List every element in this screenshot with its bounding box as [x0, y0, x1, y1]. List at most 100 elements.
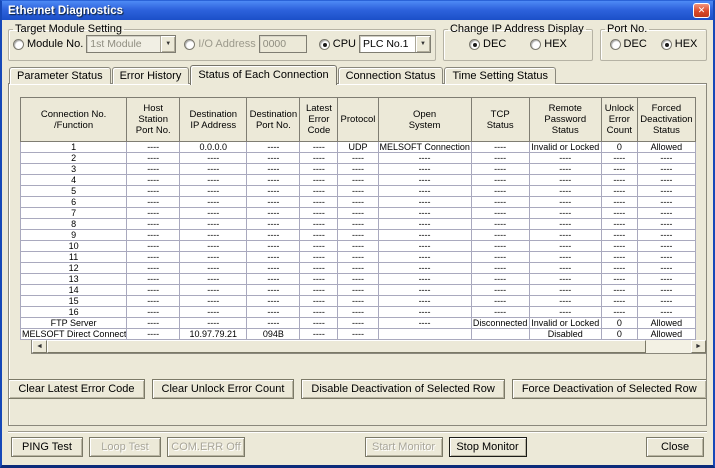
- table-row[interactable]: MELSOFT Direct Connection----10.97.79.21…: [21, 329, 696, 340]
- table-cell: ----: [637, 307, 695, 318]
- io-address-input[interactable]: 0000: [259, 35, 307, 53]
- table-row[interactable]: 1----0.0.0.0--------UDPMELSOFT Connectio…: [21, 142, 696, 153]
- table-cell: ----: [637, 153, 695, 164]
- table-cell: ----: [180, 164, 247, 175]
- port-no-display-group: Port No. DEC HEX: [600, 23, 707, 61]
- close-dialog-button[interactable]: Close: [646, 437, 704, 457]
- radio-icon: [661, 39, 672, 50]
- table-cell: ----: [471, 241, 529, 252]
- table-cell: ----: [300, 263, 338, 274]
- table-row[interactable]: FTP Server------------------------Discon…: [21, 318, 696, 329]
- table-cell: Disconnected: [471, 318, 529, 329]
- table-row[interactable]: 10--------------------------------------…: [21, 241, 696, 252]
- tab-time-setting-status[interactable]: Time Setting Status: [444, 67, 556, 84]
- column-header: TCP Status: [471, 98, 529, 142]
- table-cell: ----: [247, 186, 300, 197]
- cpu-select[interactable]: PLC No.1 ▼: [359, 35, 431, 53]
- table-cell: ----: [300, 318, 338, 329]
- force-deactivation-button[interactable]: Force Deactivation of Selected Row: [512, 379, 707, 399]
- tab-error-history[interactable]: Error History: [112, 67, 190, 84]
- table-cell: ----: [127, 285, 180, 296]
- scrollbar-track[interactable]: [47, 340, 691, 353]
- dialog-client-area: Target Module Setting Module No. 1st Mod…: [2, 20, 713, 465]
- radio-port-dec[interactable]: DEC: [610, 38, 647, 50]
- table-cell: ----: [529, 252, 601, 263]
- table-row[interactable]: 14--------------------------------------…: [21, 285, 696, 296]
- target-module-setting-group: Target Module Setting Module No. 1st Mod…: [8, 23, 436, 61]
- table-row[interactable]: 8---------------------------------------…: [21, 219, 696, 230]
- stop-monitor-button[interactable]: Stop Monitor: [449, 437, 527, 457]
- tab-status-of-each-connection[interactable]: Status of Each Connection: [190, 65, 336, 85]
- table-row[interactable]: 2---------------------------------------…: [21, 153, 696, 164]
- connection-table-wrap: Connection No. /Function Host Station Po…: [20, 97, 696, 354]
- table-cell: ----: [300, 285, 338, 296]
- com-err-off-button[interactable]: COM.ERR Off: [167, 437, 245, 457]
- table-row[interactable]: 7---------------------------------------…: [21, 208, 696, 219]
- table-row[interactable]: 11--------------------------------------…: [21, 252, 696, 263]
- table-cell: ----: [637, 263, 695, 274]
- radio-cpu[interactable]: CPU: [319, 38, 356, 50]
- table-cell: 4: [21, 175, 127, 186]
- radio-icon: [530, 39, 541, 50]
- table-cell: ----: [180, 252, 247, 263]
- table-cell: ----: [127, 241, 180, 252]
- chevron-down-icon[interactable]: ▼: [160, 36, 175, 52]
- table-cell: ----: [127, 197, 180, 208]
- table-row[interactable]: 9---------------------------------------…: [21, 230, 696, 241]
- table-cell: Allowed: [637, 329, 695, 340]
- table-row[interactable]: 5---------------------------------------…: [21, 186, 696, 197]
- table-cell: ----: [471, 296, 529, 307]
- table-row[interactable]: 13--------------------------------------…: [21, 274, 696, 285]
- table-cell: ----: [529, 153, 601, 164]
- group-label: Port No.: [605, 23, 649, 35]
- table-cell: ----: [180, 153, 247, 164]
- radio-port-hex[interactable]: HEX: [661, 38, 698, 50]
- horizontal-scrollbar[interactable]: ◄ ►: [31, 340, 707, 354]
- scrollbar-thumb[interactable]: [47, 340, 646, 353]
- bottom-button-bar: PING Test Loop Test COM.ERR Off Start Mo…: [8, 431, 707, 462]
- table-cell: ----: [529, 274, 601, 285]
- scroll-right-icon[interactable]: ►: [691, 340, 706, 353]
- table-row[interactable]: 15--------------------------------------…: [21, 296, 696, 307]
- table-cell: 7: [21, 208, 127, 219]
- table-cell: ----: [601, 219, 637, 230]
- start-monitor-button[interactable]: Start Monitor: [365, 437, 443, 457]
- tab-connection-status[interactable]: Connection Status: [338, 67, 444, 84]
- radio-ip-hex[interactable]: HEX: [530, 38, 567, 50]
- tab-parameter-status[interactable]: Parameter Status: [9, 67, 111, 84]
- table-cell: ----: [300, 153, 338, 164]
- table-cell: ----: [338, 164, 378, 175]
- table-cell: ----: [378, 241, 471, 252]
- loop-test-button[interactable]: Loop Test: [89, 437, 161, 457]
- table-cell: ----: [529, 197, 601, 208]
- clear-unlock-error-count-button[interactable]: Clear Unlock Error Count: [152, 379, 295, 399]
- disable-deactivation-button[interactable]: Disable Deactivation of Selected Row: [301, 379, 504, 399]
- scroll-left-icon[interactable]: ◄: [32, 340, 47, 353]
- module-no-select[interactable]: 1st Module ▼: [86, 35, 176, 53]
- table-cell: MELSOFT Connection: [378, 142, 471, 153]
- ping-test-button[interactable]: PING Test: [11, 437, 83, 457]
- table-cell: ----: [338, 296, 378, 307]
- table-cell: ----: [247, 263, 300, 274]
- clear-latest-error-code-button[interactable]: Clear Latest Error Code: [8, 379, 144, 399]
- chevron-down-icon[interactable]: ▼: [415, 36, 430, 52]
- table-cell: ----: [300, 197, 338, 208]
- table-row[interactable]: 16--------------------------------------…: [21, 307, 696, 318]
- radio-ip-dec[interactable]: DEC: [469, 38, 506, 50]
- table-cell: 15: [21, 296, 127, 307]
- table-cell: ----: [247, 164, 300, 175]
- radio-io-address[interactable]: I/O Address: [184, 38, 255, 50]
- group-label: Change IP Address Display: [448, 23, 586, 35]
- table-cell: ----: [378, 175, 471, 186]
- table-row[interactable]: 12--------------------------------------…: [21, 263, 696, 274]
- table-cell: ----: [637, 296, 695, 307]
- table-row[interactable]: 3---------------------------------------…: [21, 164, 696, 175]
- table-cell: 16: [21, 307, 127, 318]
- table-cell: ----: [338, 175, 378, 186]
- table-cell: ----: [180, 175, 247, 186]
- table-row[interactable]: 6---------------------------------------…: [21, 197, 696, 208]
- close-button[interactable]: ✕: [693, 3, 710, 18]
- radio-module-no[interactable]: Module No.: [13, 38, 83, 50]
- title-bar[interactable]: Ethernet Diagnostics ✕: [2, 1, 713, 20]
- table-row[interactable]: 4---------------------------------------…: [21, 175, 696, 186]
